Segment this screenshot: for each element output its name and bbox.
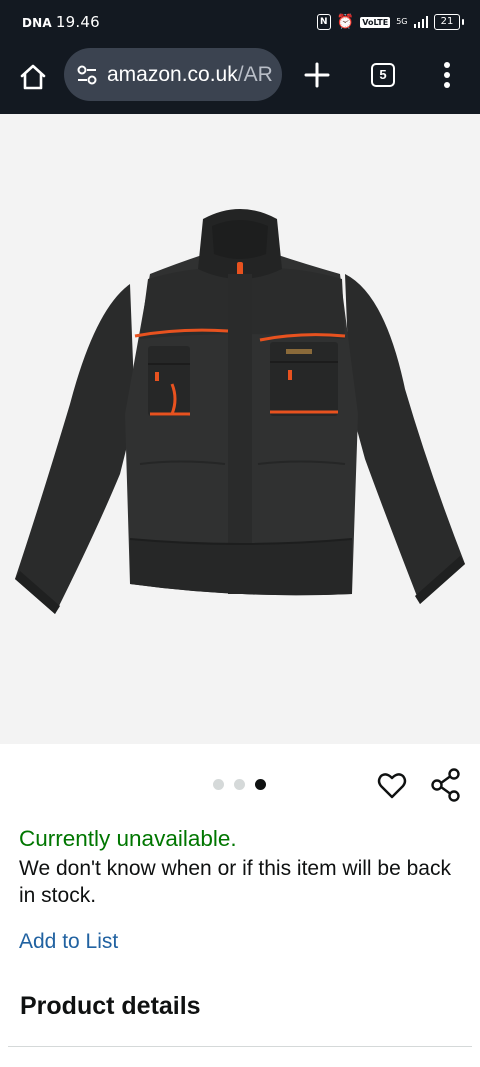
- carousel-dot-active[interactable]: [255, 779, 266, 790]
- new-tab-icon[interactable]: [302, 60, 332, 90]
- nfc-icon: N: [316, 14, 331, 30]
- carousel-indicator: [213, 779, 266, 790]
- heart-icon[interactable]: [376, 769, 408, 801]
- url-host: amazon.co.uk: [107, 62, 238, 86]
- product-image-carousel[interactable]: [0, 114, 480, 744]
- share-icon[interactable]: [430, 768, 462, 802]
- battery-icon: 21: [434, 14, 464, 30]
- status-icons: N ⏰ VoLTE 5G 21: [316, 12, 464, 32]
- site-settings-icon[interactable]: [76, 64, 98, 86]
- home-icon[interactable]: [17, 61, 49, 93]
- signal-icon: [413, 16, 428, 28]
- product-details-heading[interactable]: Product details: [20, 992, 201, 1021]
- url-path: /AR: [237, 62, 273, 86]
- browser-toolbar: amazon.co.uk/AR 5: [0, 44, 480, 114]
- network-type-icon: 5G: [396, 17, 408, 26]
- product-image-jacket[interactable]: [0, 114, 480, 744]
- status-bar: DNA 19.46 N ⏰ VoLTE 5G 21: [0, 0, 480, 44]
- stock-note: We don't know when or if this item will …: [19, 857, 451, 907]
- status-left: DNA 19.46: [22, 13, 100, 31]
- carousel-dot[interactable]: [234, 779, 245, 790]
- more-menu-icon[interactable]: [437, 60, 457, 90]
- carousel-dot[interactable]: [213, 779, 224, 790]
- alarm-icon: ⏰: [336, 14, 355, 30]
- tab-switcher-button[interactable]: 5: [371, 63, 395, 87]
- volte-icon: VoLTE: [360, 16, 391, 28]
- add-to-list-link[interactable]: Add to List: [19, 930, 118, 954]
- clock: 19.46: [55, 13, 100, 31]
- address-bar[interactable]: amazon.co.uk/AR: [64, 48, 282, 101]
- section-divider: [8, 1046, 472, 1047]
- carrier-label: DNA: [22, 16, 52, 30]
- availability-status: Currently unavailable.: [19, 826, 237, 851]
- url-text[interactable]: amazon.co.uk/AR: [107, 63, 273, 87]
